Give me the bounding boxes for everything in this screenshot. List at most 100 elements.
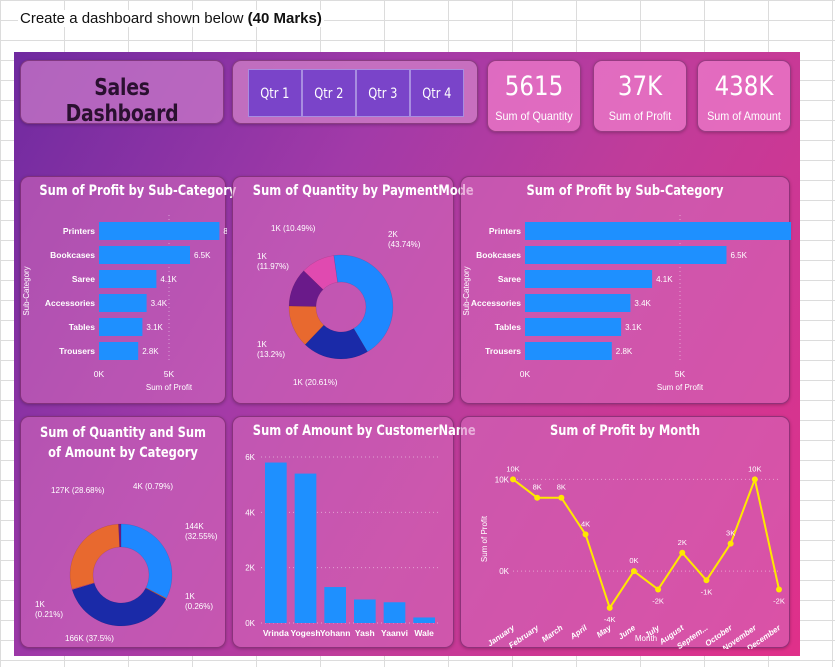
data-label: 2.8K xyxy=(616,347,633,356)
bar xyxy=(99,222,220,240)
data-label: 10K xyxy=(748,464,761,473)
profit-subcat-bar-chart-2: 0K5KSum of ProfitSub-CategoryPrinters8.6… xyxy=(462,215,800,392)
chart-card-profit-subcat-2: Sum of Profit by Sub-Category 0K 5K Sum of… xyxy=(460,176,800,404)
x-tick-label: April xyxy=(568,623,590,642)
qtr-2-button[interactable]: Qtr 2 xyxy=(302,69,356,117)
bar xyxy=(525,342,612,360)
y-tick-label: Saree xyxy=(72,274,95,284)
y-tick-label: Trousers xyxy=(485,346,521,356)
qtr-4-button[interactable]: Qtr 4 xyxy=(410,69,464,117)
profit-subcat-bar-chart-1: 0K5K10KSum of ProfitSub-CategoryPrinters… xyxy=(22,215,247,392)
qtr-3-button[interactable]: Qtr 3 xyxy=(356,69,410,117)
y-tick-label: 4K xyxy=(245,508,255,517)
qtr-1-button[interactable]: Qtr 1 xyxy=(248,69,302,117)
series-line xyxy=(512,475,780,611)
data-label: 3.4K xyxy=(151,299,168,308)
amount-customer-bar-chart: 0K 2K 4K 6K Vrinda Yogesh Yohann Yash Yaanvi Wale xyxy=(245,453,439,638)
data-label: 0K xyxy=(629,556,638,565)
bar xyxy=(99,342,139,360)
bar xyxy=(324,587,346,623)
bar xyxy=(99,246,190,264)
chart-card-profit-subcat-1: Sum of Profit by Sub-Category 0K5K10KSum… xyxy=(20,176,247,404)
data-label: -2K xyxy=(773,596,785,605)
kpi-label: Sum of Quantity xyxy=(495,109,573,123)
data-point xyxy=(727,540,734,547)
bar xyxy=(525,270,653,288)
data-point xyxy=(558,494,565,501)
data-point xyxy=(534,494,541,501)
y-tick-label: Trousers xyxy=(59,346,95,356)
chart-title: Sum of Amount by CustomerName xyxy=(252,423,476,439)
x-tick-label: 0K xyxy=(94,369,105,379)
data-label: 4K xyxy=(581,519,590,528)
data-label: 1K (0.26%) xyxy=(185,592,213,611)
bar xyxy=(413,617,435,623)
kpi-label: Sum of Profit xyxy=(608,109,672,123)
data-label: 3K xyxy=(726,529,735,538)
kpi-label: Sum of Amount xyxy=(707,109,781,123)
data-label: 3.1K xyxy=(625,323,642,332)
x-axis-label: Sum of Profit xyxy=(146,383,193,392)
bar xyxy=(525,222,792,240)
x-tick-label: Vrinda xyxy=(263,628,289,638)
bar xyxy=(383,602,406,623)
y-tick-label: 10K xyxy=(495,475,510,484)
y-tick-label: Bookcases xyxy=(476,250,521,260)
data-label: 3.4K xyxy=(634,299,651,308)
data-point xyxy=(582,531,589,538)
data-label: 1K (0.21%) xyxy=(35,600,63,619)
data-point xyxy=(703,577,710,584)
donut-slice xyxy=(69,523,120,590)
data-label: 127K (28.68%) xyxy=(51,486,105,495)
bar xyxy=(525,294,631,312)
data-label: 4.1K xyxy=(656,275,673,284)
data-label: 4K (0.79%) xyxy=(133,482,173,491)
kpi-value: 37K xyxy=(617,71,663,102)
data-label: 4.1K xyxy=(160,275,177,284)
kpi-value: 5615 xyxy=(504,71,564,102)
y-tick-label: Accessories xyxy=(45,298,95,308)
chart-title: Sum of Profit by Month xyxy=(549,423,701,439)
profit-month-line-chart: 0K10KSum of ProfitMonth10KJanuary8KFebru… xyxy=(480,464,785,653)
dashboard-canvas: Sales Dashboard Qtr 1 Qtr 2 Qtr 3 Qtr 4 … xyxy=(14,52,800,656)
kpi-amount: 438K Sum of Amount xyxy=(697,60,791,132)
data-point xyxy=(776,586,782,593)
chart-card-amount-customer: Sum of Amount by CustomerName 0K 2K 4K 6K Vr… xyxy=(232,416,476,648)
x-tick-label: May xyxy=(595,623,613,640)
y-tick-label: Printers xyxy=(489,226,521,236)
data-label: 10K xyxy=(506,464,519,473)
chart-title: Sum of Profit by Sub-Category xyxy=(526,183,724,199)
data-label: 1K (10.49%) xyxy=(271,224,316,233)
data-label: 1K (20.61%) xyxy=(293,378,338,387)
bar xyxy=(99,294,147,312)
bar xyxy=(525,246,727,264)
donut-slice xyxy=(120,523,173,599)
data-label: 2K (43.74%) xyxy=(388,230,421,249)
data-label: -4K xyxy=(604,615,616,624)
bar xyxy=(294,473,317,623)
chart-card-profit-month: Sum of Profit by Month 0K 10K Sum of Profi… xyxy=(460,416,790,653)
dashboard-title: Sales Dashboard xyxy=(65,75,179,127)
y-tick-label: Accessories xyxy=(471,298,521,308)
data-label: 6.5K xyxy=(731,251,748,260)
data-label: 2K xyxy=(678,538,687,547)
data-label: 144K (32.55%) xyxy=(185,522,218,541)
instruction-text: Create a dashboard shown below (40 Marks… xyxy=(18,10,324,27)
data-label: -2K xyxy=(652,596,664,605)
kpi-profit: 37K Sum of Profit xyxy=(593,60,687,132)
bar xyxy=(525,318,622,336)
y-tick-label: Tables xyxy=(495,322,522,332)
kpi-value: 438K xyxy=(714,71,774,102)
y-axis-label: Sub-Category xyxy=(22,266,31,315)
data-point xyxy=(606,604,613,611)
data-point xyxy=(510,476,516,483)
y-tick-label: Printers xyxy=(63,226,95,236)
title-card: Sales Dashboard xyxy=(20,60,224,127)
data-label: 8K xyxy=(557,483,566,492)
x-tick-label: Yaanvi xyxy=(381,628,408,638)
x-tick-label: 0K xyxy=(520,369,531,379)
y-tick-label: 2K xyxy=(245,564,255,573)
data-label: 2.8K xyxy=(142,347,159,356)
data-point xyxy=(679,549,686,556)
chart-title: Sum of Quantity by PaymentMode xyxy=(252,183,474,199)
